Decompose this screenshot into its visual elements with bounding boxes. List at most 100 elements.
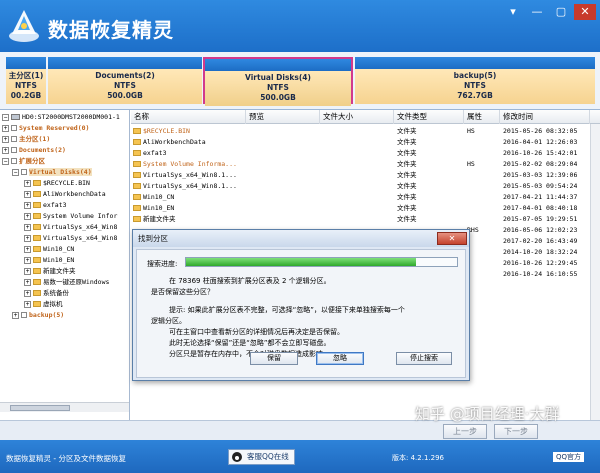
menu-dropdown-icon[interactable]: ▾ — [502, 4, 524, 20]
file-time: 2015-05-03 09:54:24 — [503, 182, 578, 190]
tree-item-extended[interactable]: − 扩展分区 — [2, 156, 45, 166]
tree-item-folder[interactable]: + 虚拟机 — [24, 299, 63, 309]
table-row[interactable]: Win10_CN 文件夹 2017-04-21 11:44:37 — [131, 192, 600, 203]
next-button[interactable]: 下一步 — [494, 424, 538, 439]
tree-item-folder[interactable]: + VirtualSys_x64_Win8 — [24, 233, 117, 243]
checkbox[interactable] — [11, 158, 17, 164]
scrollbar-thumb[interactable] — [10, 405, 70, 411]
file-name: Win10_EN — [143, 204, 175, 212]
table-row[interactable]: AliWorkbenchData 文件夹 2016-04-01 12:26:03 — [131, 137, 600, 148]
expand-icon[interactable]: + — [24, 212, 31, 220]
tree-item-folder[interactable]: + 系统备份 — [24, 288, 69, 298]
minimize-icon[interactable]: — — [526, 4, 548, 20]
prev-button[interactable]: 上一步 — [443, 424, 487, 439]
tree-horizontal-scrollbar[interactable] — [0, 402, 129, 412]
checkbox[interactable] — [11, 147, 17, 153]
partition-virtual-disks[interactable]: Virtual Disks(4) NTFS 500.0GB — [203, 57, 353, 106]
folder-icon — [33, 257, 41, 263]
tree-item-folder[interactable]: + Win10_EN — [24, 255, 74, 265]
tree-item-virtual-disks[interactable]: − Virtual Disks(4) — [12, 167, 92, 177]
qq-support-button[interactable]: 客服QQ在线 — [228, 449, 295, 465]
close-icon[interactable]: ✕ — [574, 4, 596, 20]
expand-icon[interactable]: + — [2, 135, 9, 143]
tree-item-documents[interactable]: + Documents(2) — [2, 145, 66, 155]
partition-fs: NTFS — [464, 81, 486, 90]
column-preview[interactable]: 预览 — [246, 110, 320, 124]
table-row[interactable]: VirtualSys_x64_Win8.1... 文件夹 2015-05-03 … — [131, 181, 600, 192]
file-time: 2016-05-06 12:02:23 — [503, 226, 578, 234]
file-time: 2016-10-26 15:42:01 — [503, 149, 578, 157]
collapse-icon[interactable]: − — [2, 113, 9, 121]
keep-button[interactable]: 保留 — [250, 352, 298, 365]
table-row[interactable]: Win10_EN 文件夹 2017-04-01 08:40:18 — [131, 203, 600, 214]
column-modified[interactable]: 修改时间 — [500, 110, 590, 124]
expand-icon[interactable]: + — [24, 234, 31, 242]
tree-item-label: backup(5) — [29, 311, 65, 319]
expand-icon[interactable]: + — [12, 311, 19, 319]
checkbox[interactable] — [11, 136, 17, 142]
table-row[interactable]: $RECYCLE.BIN 文件夹 HS 2015-05-26 08:32:05 — [131, 126, 600, 137]
column-size[interactable]: 文件大小 — [320, 110, 394, 124]
tree-item-folder[interactable]: + AliWorkbenchData — [24, 189, 106, 199]
expand-icon[interactable]: + — [24, 289, 31, 297]
tree-item-primary[interactable]: + 主分区(1) — [2, 134, 50, 144]
collapse-icon[interactable]: − — [2, 157, 9, 165]
expand-icon[interactable]: + — [2, 124, 9, 132]
partition-fs: NTFS — [15, 81, 37, 90]
expand-icon[interactable]: + — [24, 245, 31, 253]
file-type: 文件夹 — [397, 171, 417, 179]
expand-icon[interactable]: + — [24, 256, 31, 264]
column-type[interactable]: 文件类型 — [394, 110, 464, 124]
dialog-title: 找到分区 — [138, 234, 168, 243]
column-attr[interactable]: 属性 — [464, 110, 500, 124]
expand-icon[interactable]: + — [24, 201, 31, 209]
tree-item-folder[interactable]: + exfat3 — [24, 200, 66, 210]
ignore-button[interactable]: 忽略 — [316, 352, 364, 365]
column-name[interactable]: 名称 — [131, 110, 246, 124]
checkbox[interactable] — [21, 169, 27, 175]
file-time: 2017-04-21 11:44:37 — [503, 193, 578, 201]
collapse-icon[interactable]: − — [12, 168, 19, 176]
dialog-close-icon[interactable]: ✕ — [437, 232, 467, 245]
folder-icon — [133, 161, 141, 167]
partition-backup[interactable]: backup(5) NTFS 762.7GB — [355, 57, 595, 104]
stop-search-button[interactable]: 停止搜索 — [396, 352, 452, 365]
tree-item-label: System Reserved(0) — [19, 124, 90, 132]
file-type: 文件夹 — [397, 127, 417, 135]
folder-icon — [33, 202, 41, 208]
tree-item-backup[interactable]: + backup(5) — [12, 310, 64, 320]
tree-item-folder[interactable]: + $RECYCLE.BIN — [24, 178, 90, 188]
file-type: 文件夹 — [397, 149, 417, 157]
qq-official-link[interactable]: QQ官方 — [552, 452, 584, 462]
tree-item-label: 系统备份 — [43, 289, 69, 297]
expand-icon[interactable]: + — [24, 223, 31, 231]
table-row[interactable]: 新建文件夹 文件夹 2015-07-05 19:29:51 — [131, 214, 600, 225]
table-row[interactable]: exfat3 文件夹 2016-10-26 15:42:01 — [131, 148, 600, 159]
tree-item-folder[interactable]: + System Volume Infor — [24, 211, 117, 221]
expand-icon[interactable]: + — [2, 146, 9, 154]
tree-item-system-reserved[interactable]: + System Reserved(0) — [2, 123, 89, 133]
qq-support-label: 客服QQ在线 — [247, 452, 289, 461]
tree-item-folder[interactable]: + 易数一键还原Windows — [24, 277, 109, 287]
file-list-scrollbar[interactable] — [590, 124, 600, 420]
expand-icon[interactable]: + — [24, 190, 31, 198]
checkbox[interactable] — [11, 125, 17, 131]
expand-icon[interactable]: + — [24, 300, 31, 308]
tree-item-folder[interactable]: + VirtualSys_x64_Win8 — [24, 222, 117, 232]
expand-icon[interactable]: + — [24, 267, 31, 275]
table-row[interactable]: VirtualSys_x64_Win8.1... 文件夹 2015-03-03 … — [131, 170, 600, 181]
tree-item-folder[interactable]: + Win10_CN — [24, 244, 74, 254]
expand-icon[interactable]: + — [24, 278, 31, 286]
folder-icon — [33, 268, 41, 274]
partition-documents[interactable]: Documents(2) NTFS 500.0GB — [48, 57, 202, 104]
expand-icon[interactable]: + — [24, 179, 31, 187]
table-row[interactable]: System Volume Informa... 文件夹 HS 2015-02-… — [131, 159, 600, 170]
tree-item-disk[interactable]: − HD0:ST2000DMST2000DM001-1 — [2, 112, 120, 122]
tree-item-folder[interactable]: + 新建文件夹 — [24, 266, 76, 276]
status-bar: 数据恢复精灵 - 分区及文件数据恢复 客服QQ在线 版本: 4.2.1.296 … — [0, 440, 600, 473]
maximize-icon[interactable]: ▢ — [550, 4, 572, 20]
folder-icon — [33, 235, 41, 241]
partition-primary[interactable]: 主分区(1) NTFS 00.2GB — [6, 57, 46, 104]
app-logo-icon — [9, 10, 39, 42]
checkbox[interactable] — [21, 312, 27, 318]
